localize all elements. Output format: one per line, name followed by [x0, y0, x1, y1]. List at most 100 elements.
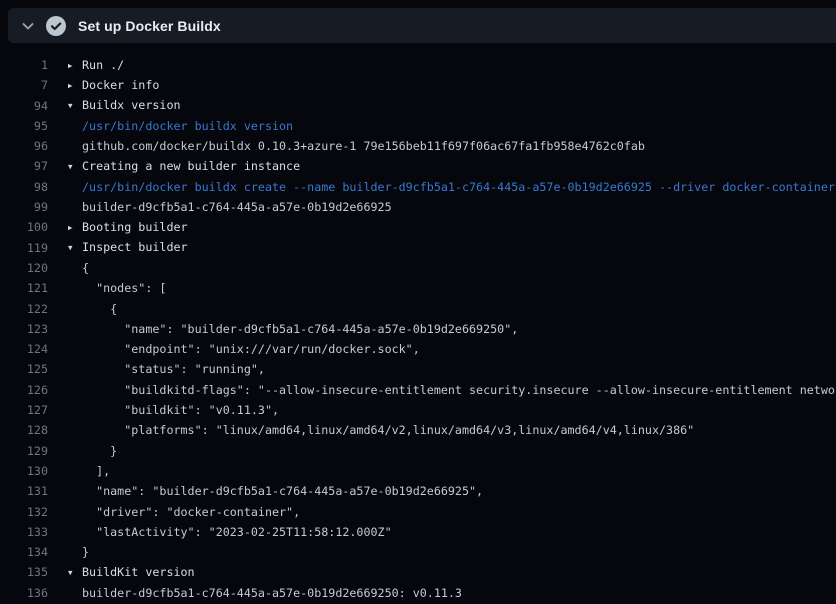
line-number[interactable]: 95	[0, 116, 48, 136]
line-number[interactable]: 7	[0, 75, 48, 95]
line-number[interactable]: 122	[0, 299, 48, 319]
line-number[interactable]: 127	[0, 400, 48, 420]
log-text: }	[82, 444, 117, 458]
line-number[interactable]: 123	[0, 319, 48, 339]
log-line-text: "buildkit": "v0.11.3",	[82, 400, 279, 420]
log-line-text: builder-d9cfb5a1-c764-445a-a57e-0b19d2e6…	[82, 583, 462, 603]
log-text: builder-d9cfb5a1-c764-445a-a57e-0b19d2e6…	[82, 200, 392, 214]
log-text: "name": "builder-d9cfb5a1-c764-445a-a57e…	[82, 484, 483, 498]
log-line-text: "status": "running",	[82, 359, 265, 379]
triangle-expanded-icon[interactable]: ▼	[68, 238, 82, 258]
log-text: {	[82, 302, 117, 316]
line-number[interactable]: 98	[0, 177, 48, 197]
line-number[interactable]: 129	[0, 441, 48, 461]
log-text: ],	[82, 464, 110, 478]
log-row: 128 "platforms": "linux/amd64,linux/amd6…	[0, 420, 836, 440]
log-line-text: "driver": "docker-container",	[82, 502, 300, 522]
log-text: Buildx version	[82, 98, 181, 112]
log-line-text: github.com/docker/buildx 0.10.3+azure-1 …	[82, 136, 645, 156]
actions-log-viewer: Set up Docker Buildx 1▶Run ./7▶Docker in…	[0, 0, 836, 604]
line-number[interactable]: 119	[0, 238, 48, 258]
log-line-text: ],	[82, 461, 110, 481]
log-text: "lastActivity": "2023-02-25T11:58:12.000…	[82, 525, 392, 539]
line-number[interactable]: 99	[0, 197, 48, 217]
line-number[interactable]: 135	[0, 562, 48, 582]
log-row: 133 "lastActivity": "2023-02-25T11:58:12…	[0, 522, 836, 542]
log-group-toggle[interactable]: ▼Inspect builder	[68, 237, 188, 258]
log-line-text: }	[82, 542, 89, 562]
triangle-expanded-icon[interactable]: ▼	[68, 563, 82, 583]
log-line-text: /usr/bin/docker buildx create --name bui…	[82, 177, 835, 197]
log-text: "buildkitd-flags": "--allow-insecure-ent…	[82, 383, 836, 397]
log-row: 127 "buildkit": "v0.11.3",	[0, 400, 836, 420]
log-row: 96 github.com/docker/buildx 0.10.3+azure-…	[0, 136, 836, 156]
log-line-text: "name": "builder-d9cfb5a1-c764-445a-a57e…	[82, 319, 518, 339]
log-row: 121 "nodes": [	[0, 278, 836, 298]
line-number[interactable]: 120	[0, 258, 48, 278]
line-number[interactable]: 130	[0, 461, 48, 481]
log-group-toggle[interactable]: ▼Creating a new builder instance	[68, 156, 300, 177]
log-line-text: "nodes": [	[82, 278, 166, 298]
log-line-text: {	[82, 258, 89, 278]
log-group-toggle[interactable]: ▶Booting builder	[68, 217, 188, 238]
log-row: 131 "name": "builder-d9cfb5a1-c764-445a-…	[0, 481, 836, 501]
log-row: 122 {	[0, 299, 836, 319]
step-header[interactable]: Set up Docker Buildx	[8, 8, 836, 43]
line-number[interactable]: 94	[0, 96, 48, 116]
log-row: 130 ],	[0, 461, 836, 481]
line-number[interactable]: 136	[0, 583, 48, 603]
log-text: "endpoint": "unix:///var/run/docker.sock…	[82, 342, 420, 356]
line-number[interactable]: 121	[0, 278, 48, 298]
chevron-down-icon[interactable]	[20, 18, 36, 34]
log-text: builder-d9cfb5a1-c764-445a-a57e-0b19d2e6…	[82, 586, 462, 600]
log-row: 125 "status": "running",	[0, 359, 836, 379]
line-number[interactable]: 97	[0, 156, 48, 176]
log-row: 119 ▼Inspect builder	[0, 238, 836, 258]
log-text: Docker info	[82, 78, 159, 92]
log-text: Run ./	[82, 58, 124, 72]
log-line-text: "endpoint": "unix:///var/run/docker.sock…	[82, 339, 420, 359]
log-text: github.com/docker/buildx 0.10.3+azure-1 …	[82, 139, 645, 153]
log-row: 134}	[0, 542, 836, 562]
log-row: 129 }	[0, 441, 836, 461]
line-number[interactable]: 124	[0, 339, 48, 359]
log-text: }	[82, 545, 89, 559]
step-title: Set up Docker Buildx	[78, 18, 221, 34]
log-row: 132 "driver": "docker-container",	[0, 502, 836, 522]
check-circle-icon	[46, 16, 66, 36]
log-text: "platforms": "linux/amd64,linux/amd64/v2…	[82, 423, 694, 437]
log-row: 98/usr/bin/docker buildx create --name b…	[0, 177, 836, 197]
triangle-expanded-icon[interactable]: ▼	[68, 157, 82, 177]
triangle-collapsed-icon[interactable]: ▶	[68, 56, 82, 76]
log-row: 100 ▶Booting builder	[0, 217, 836, 237]
line-number[interactable]: 100	[0, 217, 48, 237]
log-text: "driver": "docker-container",	[82, 505, 300, 519]
log-row: 126 "buildkitd-flags": "--allow-insecure…	[0, 380, 836, 400]
log-row: 124 "endpoint": "unix:///var/run/docker.…	[0, 339, 836, 359]
log-group-toggle[interactable]: ▼Buildx version	[68, 95, 181, 116]
log-text: "nodes": [	[82, 281, 166, 295]
line-number[interactable]: 131	[0, 481, 48, 501]
log-row: 97 ▼Creating a new builder instance	[0, 156, 836, 176]
log-group-toggle[interactable]: ▶Run ./	[68, 55, 124, 76]
log-text: "status": "running",	[82, 362, 265, 376]
log-group-toggle[interactable]: ▶Docker info	[68, 75, 159, 96]
line-number[interactable]: 126	[0, 380, 48, 400]
log-text: BuildKit version	[82, 565, 195, 579]
log-line-text: {	[82, 299, 117, 319]
line-number[interactable]: 134	[0, 542, 48, 562]
log-text: Inspect builder	[82, 240, 188, 254]
line-number[interactable]: 96	[0, 136, 48, 156]
triangle-collapsed-icon[interactable]: ▶	[68, 76, 82, 96]
line-number[interactable]: 128	[0, 420, 48, 440]
log-row: 136 builder-d9cfb5a1-c764-445a-a57e-0b19d…	[0, 583, 836, 603]
line-number[interactable]: 125	[0, 359, 48, 379]
log-row: 7 ▶Docker info	[0, 75, 836, 95]
line-number[interactable]: 133	[0, 522, 48, 542]
log-group-toggle[interactable]: ▼BuildKit version	[68, 562, 195, 583]
triangle-collapsed-icon[interactable]: ▶	[68, 218, 82, 238]
line-number[interactable]: 132	[0, 502, 48, 522]
triangle-expanded-icon[interactable]: ▼	[68, 96, 82, 116]
line-number[interactable]: 1	[0, 55, 48, 75]
log-text: /usr/bin/docker buildx version	[82, 119, 293, 133]
